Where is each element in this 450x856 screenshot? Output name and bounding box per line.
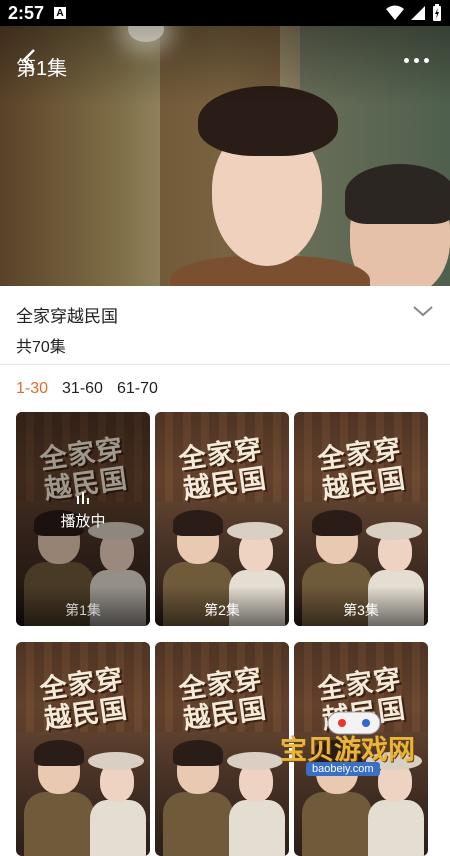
battery-charging-icon — [433, 4, 441, 21]
episode-card[interactable]: 全家穿越民国 — [16, 642, 150, 856]
range-tab-1-30[interactable]: 1-30 — [16, 380, 48, 398]
playing-status: 播放中 — [60, 513, 106, 530]
site-watermark: 宝贝游戏网 baobeiy.com — [280, 706, 440, 790]
range-tab-61-70[interactable]: 61-70 — [117, 380, 158, 398]
chevron-down-icon[interactable] — [412, 303, 434, 319]
episode-card[interactable]: 全家穿越民国 第2集 — [155, 412, 289, 626]
playing-indicator: 播放中 — [16, 492, 150, 531]
wifi-icon — [386, 5, 404, 20]
episode-card[interactable]: 全家穿越民国 播放中 第1集 — [16, 412, 150, 626]
notification-icon: A — [54, 7, 67, 19]
episode-label: 第2集 — [204, 602, 240, 618]
episode-label: 第1集 — [65, 602, 101, 618]
status-bar: 2:57 A — [0, 0, 450, 26]
episode-card[interactable]: 全家穿越民国 第3集 — [294, 412, 428, 626]
signal-icon — [411, 6, 425, 20]
episode-count: 共70集 — [16, 339, 66, 356]
episode-range-tabs: 1-30 31-60 61-70 — [16, 380, 158, 398]
episode-card[interactable]: 全家穿越民国 — [155, 642, 289, 856]
watermark-url: baobeiy.com — [306, 762, 380, 776]
more-dots-icon[interactable] — [404, 52, 434, 68]
drama-title: 全家穿越民国 — [16, 307, 118, 326]
drama-info: 全家穿越民国 共70集 — [0, 286, 450, 365]
video-player[interactable]: 第1集 — [0, 26, 450, 286]
status-time: 2:57 — [8, 2, 45, 23]
range-tab-31-60[interactable]: 31-60 — [62, 380, 103, 398]
equalizer-icon — [16, 492, 150, 504]
episode-label: 第3集 — [343, 602, 379, 618]
status-icons — [386, 4, 442, 22]
video-episode-title: 第1集 — [16, 58, 68, 80]
